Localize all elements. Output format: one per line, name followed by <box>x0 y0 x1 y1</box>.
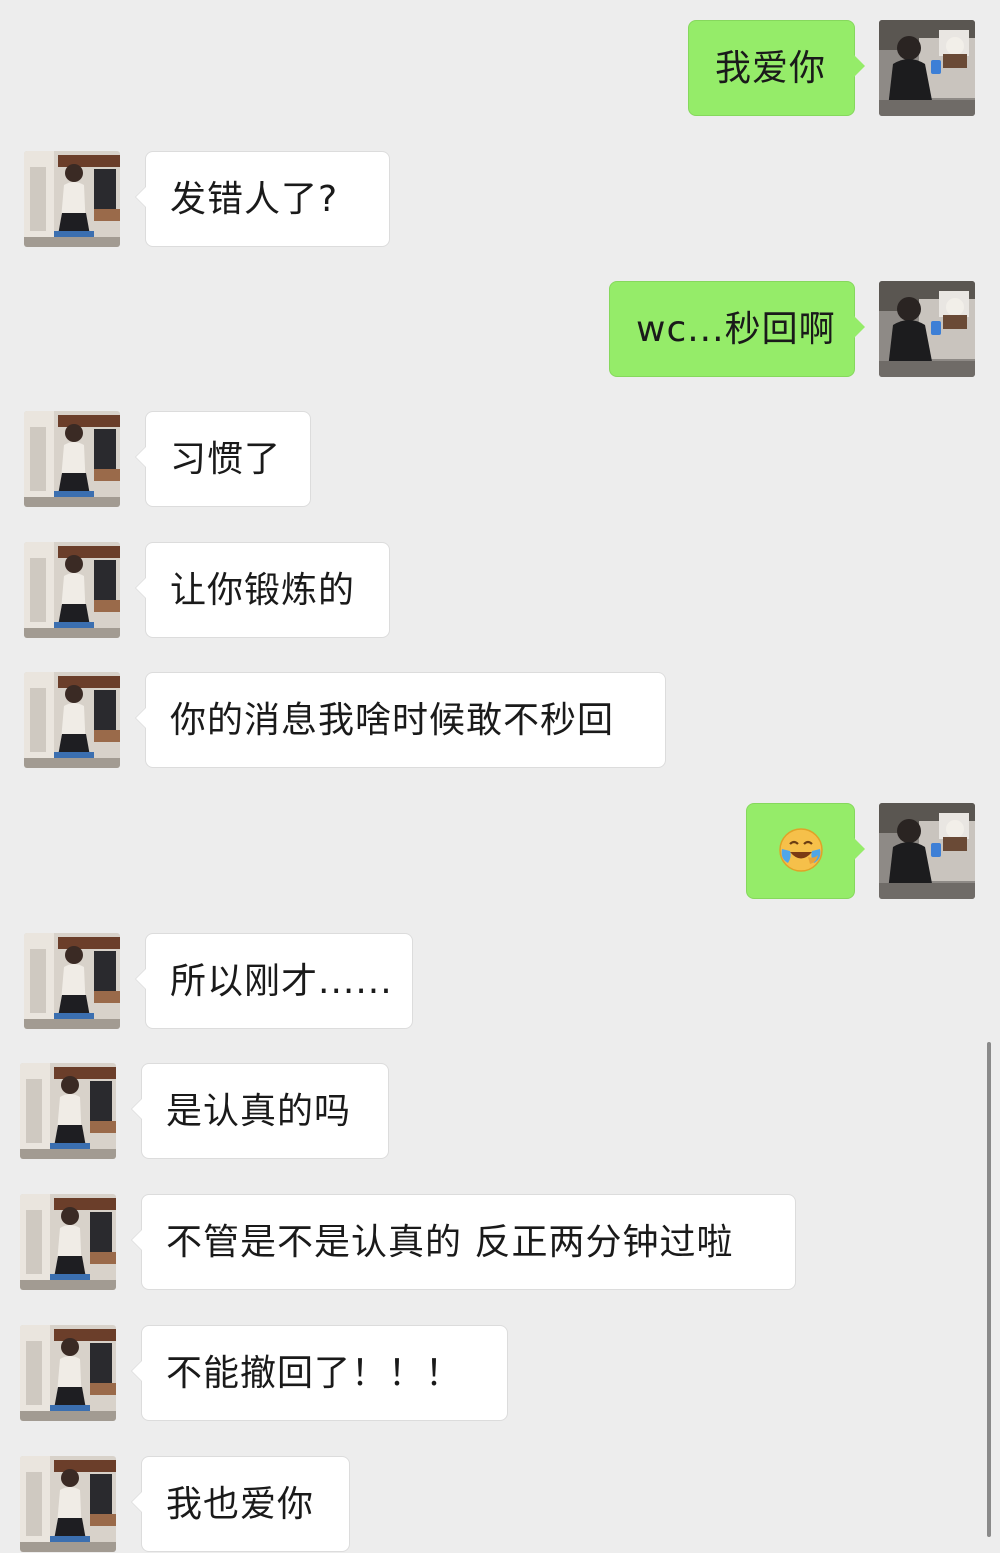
contact-avatar[interactable] <box>24 672 120 768</box>
chat-message-list[interactable]: 我爱你 发错人了? wc...秒回啊 习惯了 让你锻炼的 你的消息我啥时候敢不秒… <box>0 0 1000 1552</box>
avatar-photo-image <box>24 933 120 1029</box>
message-bubble-sent[interactable]: 我爱你 <box>688 20 865 116</box>
avatar-photo-image <box>24 542 120 638</box>
avatar-photo-image <box>20 1325 116 1421</box>
avatar-photo-image <box>20 1063 116 1159</box>
contact-avatar[interactable] <box>24 933 120 1029</box>
avatar-photo-image <box>24 151 120 247</box>
contact-avatar[interactable] <box>20 1325 116 1421</box>
avatar-photo-image <box>20 1456 116 1552</box>
crying-laughing-emoji-icon <box>778 828 823 872</box>
avatar-photo-image <box>879 281 975 377</box>
message-bubble-received[interactable]: 不管是不是认真的 反正两分钟过啦 <box>131 1194 796 1290</box>
message-bubble-sent[interactable]: wc...秒回啊 <box>609 281 865 377</box>
message-bubble-received[interactable]: 习惯了 <box>135 411 311 507</box>
message-bubble-received[interactable]: 我也爱你 <box>131 1456 350 1552</box>
avatar-photo-image <box>879 803 975 899</box>
avatar-photo-image <box>24 672 120 768</box>
contact-avatar[interactable] <box>20 1063 116 1159</box>
contact-avatar[interactable] <box>24 542 120 638</box>
message-bubble-received[interactable]: 让你锻炼的 <box>135 542 390 638</box>
contact-avatar[interactable] <box>24 151 120 247</box>
message-bubble-received[interactable]: 是认真的吗 <box>131 1063 389 1159</box>
message-bubble-received[interactable]: 你的消息我啥时候敢不秒回 <box>135 672 666 768</box>
message-bubble-received[interactable]: 不能撤回了！！！ <box>131 1325 508 1421</box>
avatar-photo-image <box>20 1194 116 1290</box>
avatar-photo-image <box>879 20 975 116</box>
message-bubble-received[interactable]: 发错人了? <box>135 151 390 247</box>
contact-avatar[interactable] <box>20 1456 116 1552</box>
my-avatar[interactable] <box>879 281 975 377</box>
message-bubble-sent[interactable] <box>746 803 865 899</box>
contact-avatar[interactable] <box>24 411 120 507</box>
my-avatar[interactable] <box>879 803 975 899</box>
contact-avatar[interactable] <box>20 1194 116 1290</box>
my-avatar[interactable] <box>879 20 975 116</box>
avatar-photo-image <box>24 411 120 507</box>
message-bubble-received[interactable]: 所以刚才...... <box>135 933 413 1029</box>
scrollbar[interactable] <box>987 1042 991 1537</box>
